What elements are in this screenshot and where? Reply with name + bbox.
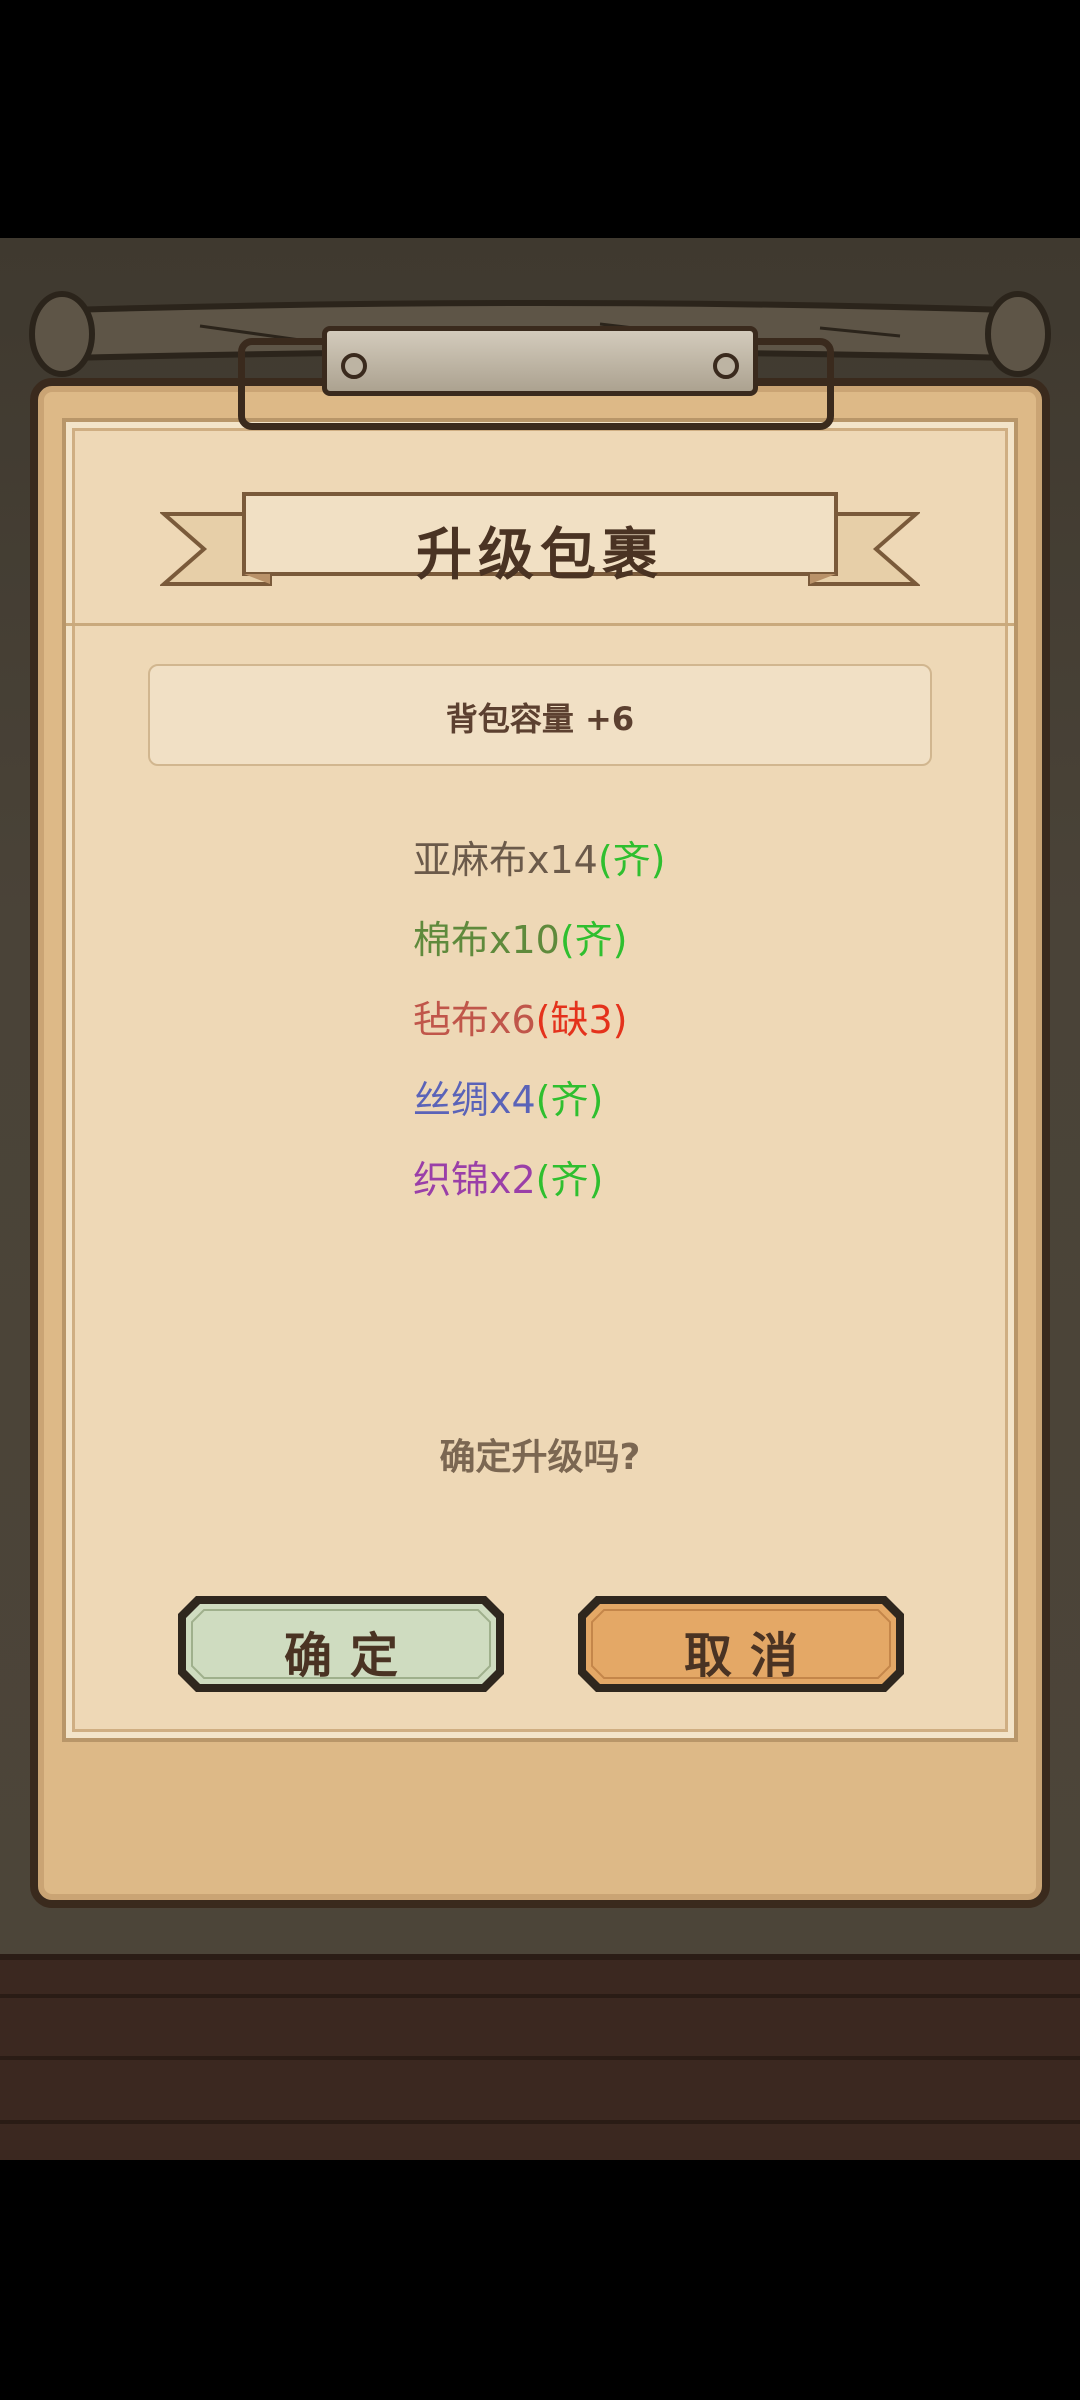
dialog-title: 升级包裹 [416, 523, 664, 588]
capacity-panel: 背包容量 +6 [148, 664, 932, 766]
divider [66, 623, 1014, 626]
rivet-icon [341, 353, 367, 379]
cancel-button[interactable]: 取消 [574, 1592, 908, 1696]
material-status: (缺3) [535, 998, 628, 1042]
list-item: 棉布x10(齐) [413, 916, 813, 996]
material-name: 织锦x2 [413, 1158, 536, 1202]
cancel-label: 取消 [683, 1628, 816, 1684]
list-item: 织锦x2(齐) [413, 1156, 813, 1236]
floor-area [0, 1954, 1080, 2160]
material-status: (齐) [597, 838, 666, 882]
material-name: 毡布x6 [413, 998, 536, 1042]
title-banner: 升级包裹 [158, 488, 922, 598]
capacity-text: 背包容量 +6 [445, 700, 635, 738]
list-item: 丝绸x4(齐) [413, 1076, 813, 1156]
clipboard-clip [238, 326, 842, 436]
material-status: (齐) [535, 1078, 604, 1122]
material-name: 丝绸x4 [413, 1078, 536, 1122]
confirm-button[interactable]: 确定 [174, 1592, 508, 1696]
rivet-icon [713, 353, 739, 379]
material-status: (齐) [559, 918, 628, 962]
list-item: 亚麻布x14(齐) [413, 836, 813, 916]
requirement-list: 亚麻布x14(齐) 棉布x10(齐) 毡布x6(缺3) 丝绸x4(齐) 织锦x2… [413, 836, 813, 1236]
material-status: (齐) [535, 1158, 604, 1202]
confirm-label: 确定 [283, 1628, 416, 1684]
material-name: 棉布x10 [413, 918, 560, 962]
list-item: 毡布x6(缺3) [413, 996, 813, 1076]
material-name: 亚麻布x14 [413, 838, 598, 882]
confirm-question: 确定升级吗? [439, 1437, 641, 1478]
